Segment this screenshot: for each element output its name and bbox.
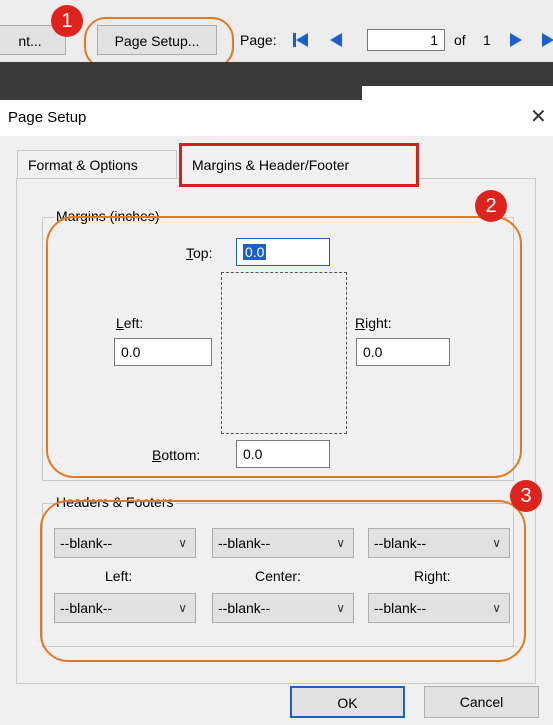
callout-badge-3: 3 xyxy=(510,480,542,512)
cancel-button-label: Cancel xyxy=(459,694,504,710)
ok-button[interactable]: OK xyxy=(290,686,405,718)
last-page-icon[interactable] xyxy=(540,32,553,51)
report-page-edge xyxy=(362,86,553,100)
total-pages: 1 xyxy=(483,32,491,48)
dialog-title: Page Setup xyxy=(8,109,87,126)
next-page-icon[interactable] xyxy=(508,32,524,51)
tab-format-options[interactable]: Format & Options xyxy=(17,150,177,178)
tab-format-options-label: Format & Options xyxy=(28,157,138,173)
cancel-button[interactable]: Cancel xyxy=(424,686,539,718)
of-label: of xyxy=(454,32,466,48)
page-number-input[interactable]: 1 xyxy=(367,29,445,51)
close-icon[interactable]: ✕ xyxy=(530,104,547,129)
page-label: Page: xyxy=(240,32,277,48)
previous-page-icon[interactable] xyxy=(328,32,344,51)
callout-badge-2: 2 xyxy=(475,190,507,222)
print-button-label: nt... xyxy=(18,33,42,49)
first-page-icon[interactable] xyxy=(292,31,310,52)
callout-badge-1: 1 xyxy=(51,5,83,37)
tab-margins-label: Margins & Header/Footer xyxy=(192,157,350,173)
callout-ring-3 xyxy=(40,500,526,662)
callout-ring-2 xyxy=(46,216,522,478)
ok-button-label: OK xyxy=(337,695,358,711)
